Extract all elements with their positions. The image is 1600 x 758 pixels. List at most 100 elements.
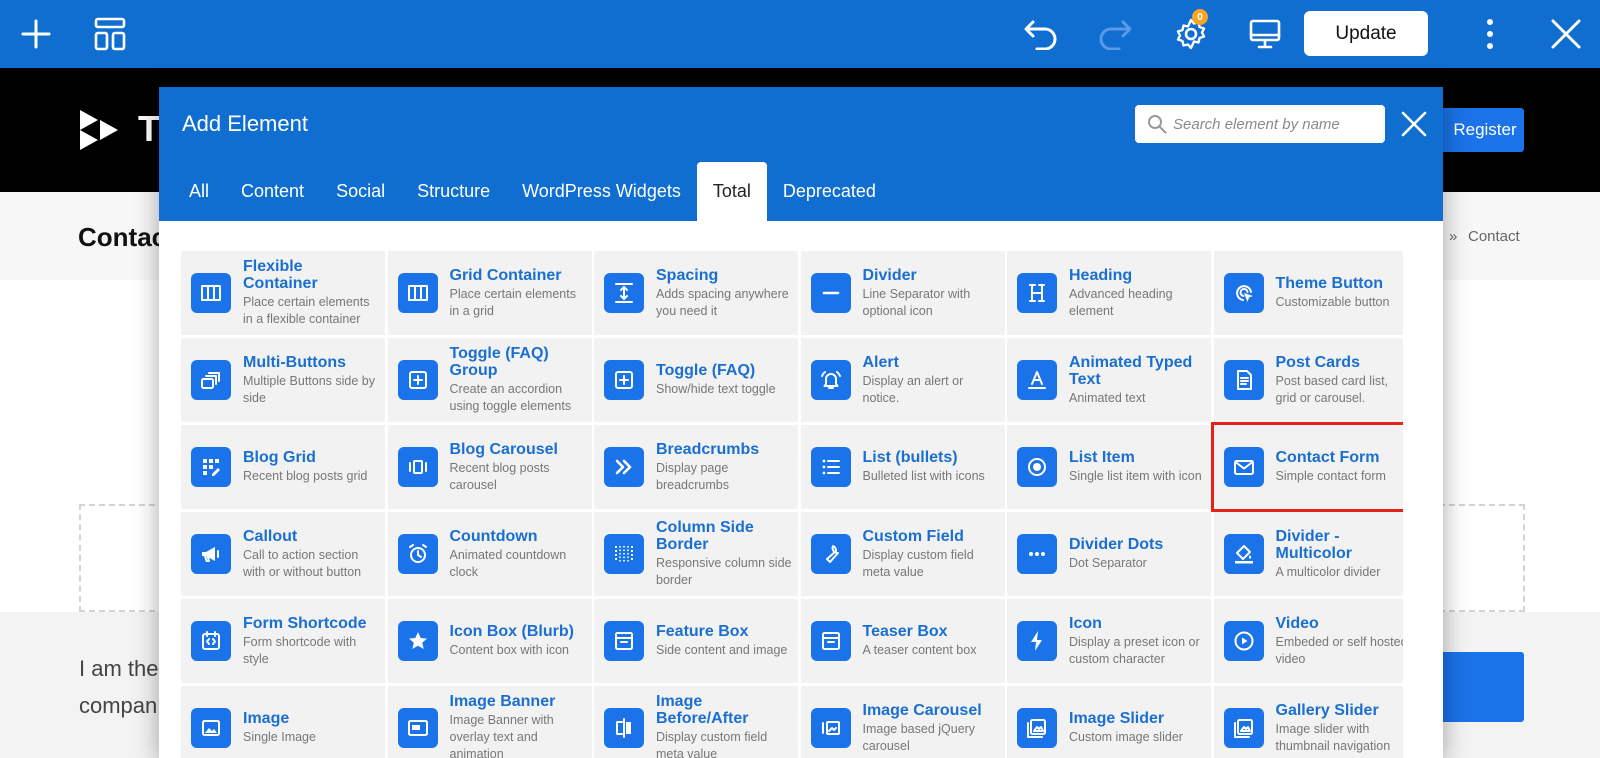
element-multi-buttons[interactable]: Multi-Buttons Multiple Buttons side by s… xyxy=(181,338,385,422)
element-flexible-container[interactable]: Flexible Container Place certain element… xyxy=(181,251,385,335)
element-feature-box[interactable]: Feature Box Side content and image xyxy=(594,599,798,683)
element-title: Custom Field xyxy=(862,527,964,545)
element-title: Image Slider xyxy=(1069,710,1165,727)
element-breadcrumbs[interactable]: Breadcrumbs Display page breadcrumbs xyxy=(594,425,798,509)
element-text: Image Banner Image Banner with overlay t… xyxy=(450,686,586,758)
element-grid-container[interactable]: Grid Container Place certain elements in… xyxy=(387,251,592,335)
image-slider-icon xyxy=(1017,708,1057,748)
element-text: Heading Advanced heading element xyxy=(1069,251,1205,335)
element-list-item[interactable]: List Item Single list item with icon xyxy=(1007,425,1211,509)
element-text: Blog Grid Recent blog posts grid xyxy=(243,425,379,509)
element-blog-grid[interactable]: Blog Grid Recent blog posts grid xyxy=(181,425,385,509)
search-box[interactable] xyxy=(1135,105,1385,143)
element-title: Blog Carousel xyxy=(449,440,558,458)
tab-wordpress-widgets[interactable]: WordPress Widgets xyxy=(506,162,697,221)
spacing-icon xyxy=(604,273,644,313)
element-spacing[interactable]: Spacing Adds spacing anywhere you need i… xyxy=(594,251,798,335)
element-title: Multi-Buttons xyxy=(243,353,347,371)
add-element-plus-icon[interactable] xyxy=(18,16,54,52)
breadcrumb-separator: » xyxy=(1449,228,1458,245)
update-button[interactable]: Update xyxy=(1304,11,1428,56)
element-custom-field[interactable]: Custom Field Display custom field meta v… xyxy=(800,512,1005,596)
envelope-icon xyxy=(1223,447,1264,487)
modal-close-icon[interactable] xyxy=(1397,107,1431,141)
element-countdown[interactable]: Countdown Animated countdown clock xyxy=(387,512,592,596)
element-title: Breadcrumbs xyxy=(656,440,760,458)
element-image-carousel[interactable]: Image Carousel Image based jQuery carous… xyxy=(800,686,1005,758)
element-description: Display custom field meta value xyxy=(656,730,768,758)
tab-all[interactable]: All xyxy=(173,162,225,221)
element-description: Place certain elements in a grid xyxy=(449,286,576,318)
redo-icon[interactable] xyxy=(1096,16,1134,52)
element-text: Theme Button Customizable button xyxy=(1276,251,1404,335)
element-title: Post Cards xyxy=(1275,353,1360,371)
element-image-banner[interactable]: Image Banner Image Banner with overlay t… xyxy=(387,686,592,758)
add-element-modal: Add Element AllContentSocialStructureWor… xyxy=(159,87,1443,758)
search-icon xyxy=(1148,115,1167,134)
tab-deprecated[interactable]: Deprecated xyxy=(767,162,892,221)
element-title: Toggle (FAQ) xyxy=(656,362,756,379)
element-teaser-box[interactable]: Teaser Box A teaser content box xyxy=(800,599,1005,683)
element-description: Recent blog posts carousel xyxy=(449,460,550,492)
modal-header: Add Element AllContentSocialStructureWor… xyxy=(159,87,1443,221)
element-list-bullets[interactable]: List (bullets) Bulleted list with icons xyxy=(800,425,1005,509)
tab-total[interactable]: Total xyxy=(696,162,767,221)
element-image-before-after[interactable]: Image Before/After Display custom field … xyxy=(594,686,798,758)
alert-bell-icon xyxy=(810,360,851,400)
divider-icon xyxy=(810,273,851,313)
tab-structure[interactable]: Structure xyxy=(401,162,506,221)
breadcrumbs-icon xyxy=(604,447,644,487)
element-icon-box-blurb[interactable]: Icon Box (Blurb) Content box with icon xyxy=(387,599,592,683)
element-text: Image Single Image xyxy=(243,686,379,758)
element-description: Post based card list, grid or carousel. xyxy=(1275,373,1389,405)
element-text: Form Shortcode Form shortcode with style xyxy=(243,599,379,683)
element-title: Video xyxy=(1275,614,1319,632)
element-divider[interactable]: Divider Line Separator with optional ico… xyxy=(800,251,1005,335)
tab-social[interactable]: Social xyxy=(320,162,401,221)
element-column-side-border[interactable]: Column Side Border Responsive column sid… xyxy=(594,512,798,596)
element-video[interactable]: Video Embeded or self hosted video xyxy=(1213,599,1403,683)
element-post-cards[interactable]: Post Cards Post based card list, grid or… xyxy=(1213,338,1403,422)
image-carousel-icon xyxy=(810,708,851,748)
element-form-shortcode[interactable]: Form Shortcode Form shortcode with style xyxy=(181,599,385,683)
element-divider-multicolor[interactable]: Divider - Multicolor A multicolor divide… xyxy=(1213,512,1403,596)
heading-icon xyxy=(1017,273,1057,313)
element-title: List (bullets) xyxy=(862,449,958,466)
close-editor-icon[interactable] xyxy=(1548,16,1584,52)
element-blog-carousel[interactable]: Blog Carousel Recent blog posts carousel xyxy=(387,425,592,509)
desktop-preview-icon[interactable] xyxy=(1246,16,1284,52)
element-image[interactable]: Image Single Image xyxy=(181,686,385,758)
megaphone-icon xyxy=(191,534,231,574)
element-text: Feature Box Side content and image xyxy=(656,599,792,683)
element-callout[interactable]: Callout Call to action section with or w… xyxy=(181,512,385,596)
element-description: Animated countdown clock xyxy=(449,547,567,579)
element-grid: Flexible Container Place certain element… xyxy=(181,251,1403,758)
element-description: Content box with icon xyxy=(449,643,570,657)
undo-icon[interactable] xyxy=(1022,16,1060,52)
layout-icon[interactable] xyxy=(92,16,128,52)
element-text: Image Carousel Image based jQuery carous… xyxy=(863,686,999,758)
element-contact-form[interactable]: Contact Form Simple contact form xyxy=(1213,425,1403,509)
element-image-slider[interactable]: Image Slider Custom image slider xyxy=(1007,686,1211,758)
element-title: Image Carousel xyxy=(862,701,982,719)
search-input[interactable] xyxy=(1173,105,1378,143)
element-animated-typed-text[interactable]: Animated Typed Text Animated text xyxy=(1007,338,1211,422)
toggle-icon xyxy=(604,360,644,400)
element-heading[interactable]: Heading Advanced heading element xyxy=(1007,251,1211,335)
element-toggle-faq[interactable]: Toggle (FAQ) Show/hide text toggle xyxy=(594,338,798,422)
more-options-icon[interactable] xyxy=(1478,16,1502,52)
element-gallery-slider[interactable]: Gallery Slider Image slider with thumbna… xyxy=(1213,686,1403,758)
element-title: Grid Container xyxy=(449,266,562,284)
element-text: Toggle (FAQ) Show/hide text toggle xyxy=(656,338,792,422)
element-description: Display a preset icon or custom characte… xyxy=(1069,634,1200,666)
element-alert[interactable]: Alert Display an alert or notice. xyxy=(800,338,1005,422)
column-border-icon xyxy=(604,534,644,574)
element-text: Column Side Border Responsive column sid… xyxy=(656,512,792,596)
tab-content[interactable]: Content xyxy=(225,162,320,221)
element-toggle-faq-group[interactable]: Toggle (FAQ) Group Create an accordion u… xyxy=(387,338,592,422)
content-blue-button[interactable] xyxy=(1440,652,1524,722)
element-text: Image Before/After Display custom field … xyxy=(656,686,792,758)
element-divider-dots[interactable]: Divider Dots Dot Separator xyxy=(1007,512,1211,596)
element-theme-button[interactable]: Theme Button Customizable button xyxy=(1213,251,1404,335)
element-icon[interactable]: Icon Display a preset icon or custom cha… xyxy=(1007,599,1211,683)
